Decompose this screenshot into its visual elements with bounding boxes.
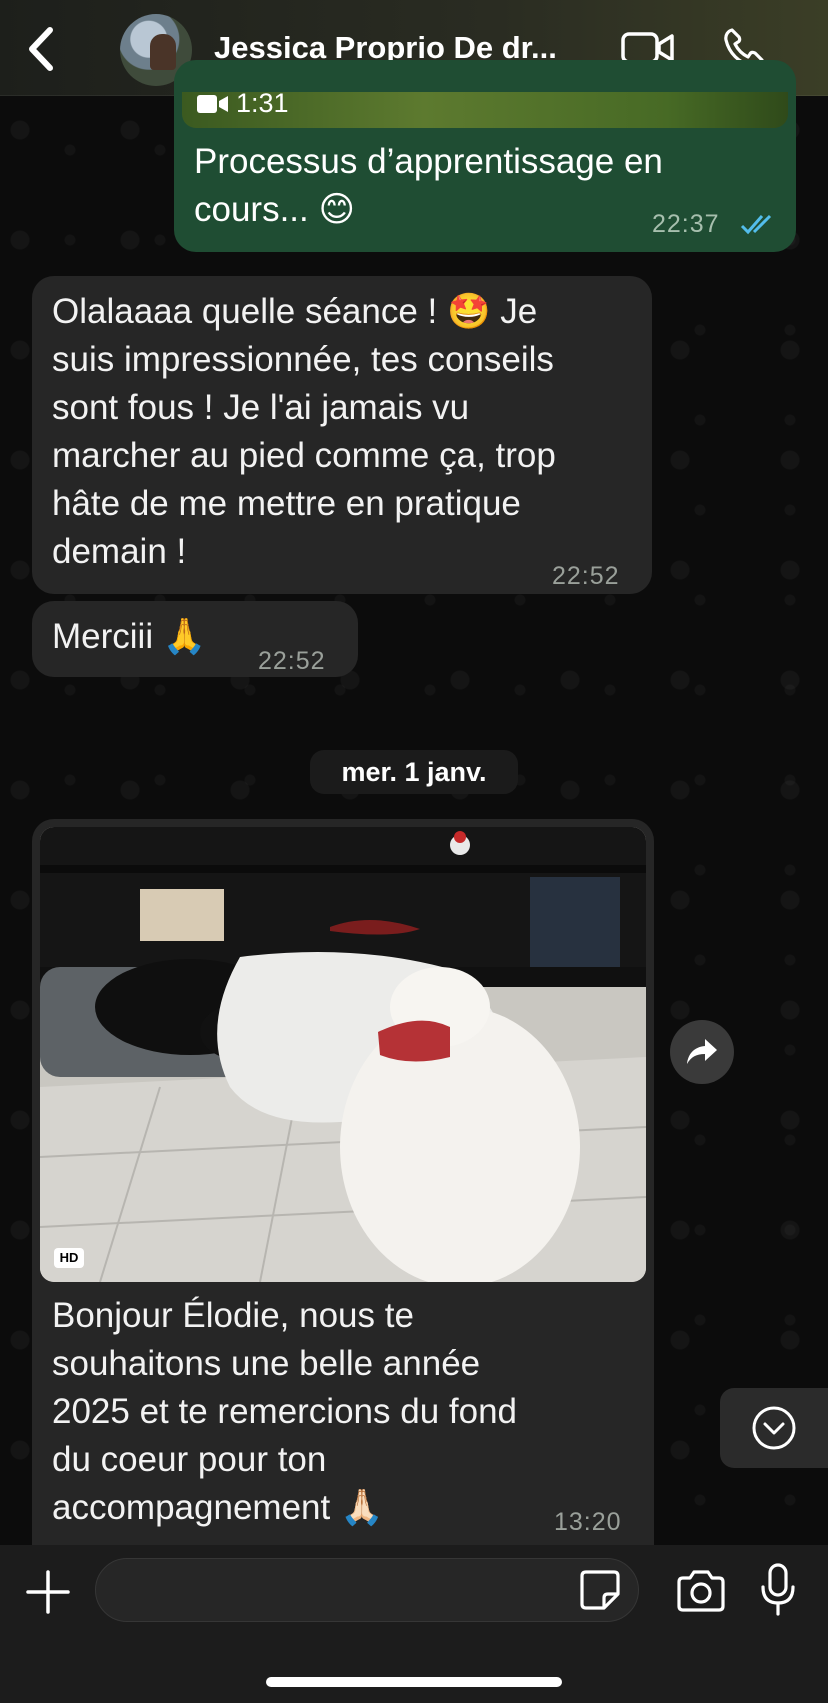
message-line: suis impressionnée, tes conseils <box>52 340 554 379</box>
message-line: Olalaaaa quelle séance ! 🤩 Je <box>52 292 538 331</box>
message-line: sont fous ! Je l'ai jamais vu <box>52 388 470 427</box>
microphone-button[interactable] <box>758 1562 798 1618</box>
incoming-message[interactable]: Olalaaaa quelle séance ! 🤩 Je suis impre… <box>32 276 652 594</box>
message-input[interactable] <box>95 1558 639 1622</box>
message-line: marcher au pied comme ça, trop <box>52 436 556 475</box>
message-line: cours... 😊 <box>194 190 355 229</box>
message-line: accompagnement 🙏🏻 <box>52 1488 384 1527</box>
message-time: 22:52 <box>552 562 620 590</box>
read-receipt-icon <box>740 214 772 235</box>
video-duration: 1:31 <box>196 88 289 119</box>
message-line: demain ! <box>52 532 187 571</box>
dogs-photo <box>40 827 646 1282</box>
message-text: Processus d’apprentissage en cours... 😊 <box>194 138 663 234</box>
message-time: 22:52 <box>258 647 326 675</box>
message-line: souhaitons une belle année <box>52 1344 481 1383</box>
message-time: 22:37 <box>652 210 720 238</box>
forward-button[interactable] <box>670 1020 734 1084</box>
video-camera-icon <box>197 94 228 113</box>
message-text: Merciii 🙏 <box>52 617 207 656</box>
message-text: Olalaaaa quelle séance ! 🤩 Je suis impre… <box>52 288 556 576</box>
message-line: du coeur pour ton <box>52 1440 327 1479</box>
chevron-down-circle-icon <box>752 1406 796 1450</box>
sticker-button[interactable] <box>578 1568 622 1612</box>
video-duration-label: 1:31 <box>236 88 289 118</box>
message-line: Bonjour Élodie, nous te <box>52 1296 414 1335</box>
date-separator: mer. 1 janv. <box>310 750 518 794</box>
message-text: Bonjour Élodie, nous te souhaitons une b… <box>52 1292 517 1532</box>
home-indicator[interactable] <box>266 1677 562 1687</box>
camera-button[interactable] <box>675 1568 727 1614</box>
message-line: Processus d’apprentissage en <box>194 142 663 181</box>
message-line: hâte de me mettre en pratique <box>52 484 521 523</box>
attach-plus-button[interactable] <box>24 1568 72 1616</box>
hd-badge: HD <box>54 1248 84 1268</box>
back-button[interactable] <box>22 24 62 74</box>
forward-arrow-icon <box>687 1039 717 1064</box>
message-time: 13:20 <box>554 1508 622 1536</box>
photo-attachment[interactable]: HD <box>40 827 646 1282</box>
message-line: 2025 et te remercions du fond <box>52 1392 518 1431</box>
scroll-to-bottom-button[interactable] <box>720 1388 828 1468</box>
incoming-message[interactable]: Merciii 🙏 22:52 <box>32 601 358 677</box>
